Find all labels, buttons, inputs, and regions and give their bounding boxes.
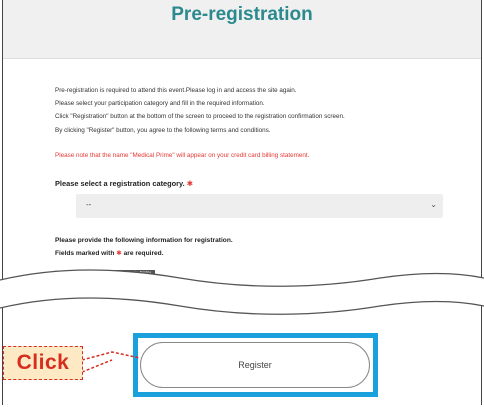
click-callout: Click — [3, 346, 83, 380]
billing-notice: Please note that the name "Medical Prime… — [55, 152, 310, 159]
intro-text: Pre-registration is required to attend t… — [55, 84, 475, 137]
required-icon: ✱ — [116, 250, 122, 257]
provide-line-2-before: Fields marked with — [55, 250, 115, 257]
intro-line: Click "Registration" button at the botto… — [55, 113, 345, 121]
category-label-text: Please select a registration category. — [55, 179, 185, 188]
provide-info-text: Please provide the following information… — [55, 234, 233, 260]
intro-line: Please select your participation categor… — [55, 100, 265, 108]
page-title: Pre-registration — [171, 4, 313, 25]
provide-line-2-after: are required. — [123, 250, 164, 257]
intro-line: Pre-registration is required to attend t… — [55, 87, 297, 94]
page-header: Pre-registration — [3, 0, 481, 59]
category-select-value: -- — [86, 200, 92, 209]
provide-line-1: Please provide the following information… — [55, 237, 233, 244]
chevron-down-icon: ⌄ — [430, 200, 437, 209]
page-break-graphic — [0, 269, 484, 315]
category-select[interactable]: -- ⌄ — [76, 194, 443, 218]
register-button[interactable]: Register — [140, 342, 370, 388]
provide-line-2: Fields marked with ✱ are required. — [55, 247, 233, 260]
intro-line: By clicking "Register" button, you agree… — [55, 126, 271, 134]
required-icon: ✱ — [186, 179, 193, 188]
category-label: Please select a registration category. ✱ — [55, 179, 193, 188]
